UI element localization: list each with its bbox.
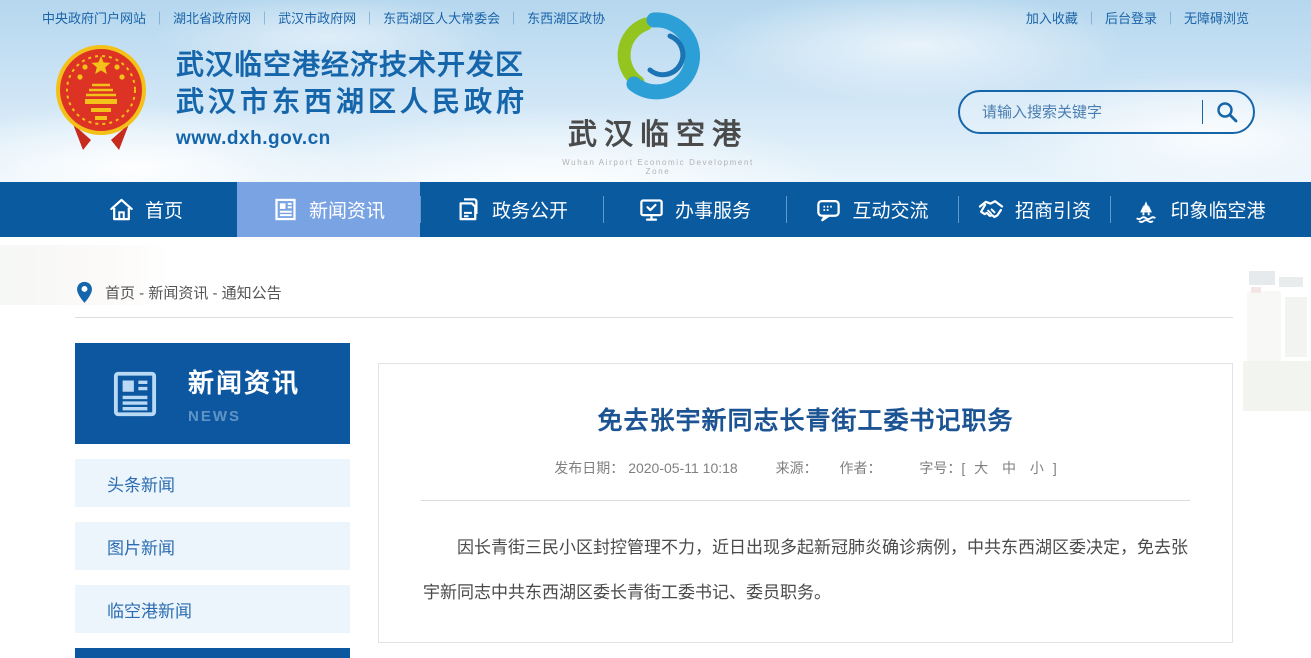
top-link-separator: ｜ bbox=[153, 11, 166, 26]
source-label: 来源： bbox=[776, 460, 818, 476]
sidebar-item-headline-news[interactable]: 头条新闻 bbox=[75, 459, 350, 507]
nav-label: 招商引资 bbox=[1015, 196, 1091, 223]
article-divider bbox=[421, 500, 1190, 501]
top-link-separator: ｜ bbox=[507, 11, 520, 26]
newspaper-icon bbox=[108, 367, 162, 421]
search-icon bbox=[1215, 100, 1239, 124]
chat-bubble-icon bbox=[815, 196, 842, 223]
gov-title-line1: 武汉临空港经济技术开发区 bbox=[176, 46, 528, 83]
top-link-renda[interactable]: 东西湖区人大常委会 bbox=[383, 11, 500, 26]
logo-title: 武汉临空港 bbox=[553, 111, 763, 153]
top-link-separator: ｜ bbox=[1164, 11, 1177, 26]
nav-label: 办事服务 bbox=[675, 196, 751, 223]
page: 中央政府门户网站｜湖北省政府网｜武汉市政府网｜东西湖区人大常委会｜东西湖区政协 … bbox=[0, 0, 1311, 658]
swirl-logo-icon bbox=[608, 8, 708, 104]
search-divider bbox=[1202, 100, 1203, 124]
sidebar-item-active-partial[interactable] bbox=[75, 648, 350, 658]
sidebar-title: 新闻资讯 bbox=[188, 363, 300, 400]
home-icon bbox=[108, 196, 135, 223]
nav-label: 政务公开 bbox=[492, 196, 568, 223]
font-size-bracket-close: ] bbox=[1053, 460, 1057, 476]
top-link-separator: ｜ bbox=[1085, 11, 1098, 26]
gov-title-line2: 武汉市东西湖区人民政府 bbox=[176, 83, 528, 120]
nav-label: 印象临空港 bbox=[1170, 196, 1265, 223]
handshake-icon bbox=[977, 196, 1005, 224]
search-button[interactable] bbox=[1213, 100, 1253, 124]
nav-divider bbox=[958, 196, 959, 223]
breadcrumb-divider bbox=[75, 317, 1233, 318]
sidebar-item-photo-news[interactable]: 图片新闻 bbox=[75, 522, 350, 570]
sidebar: 新闻资讯 NEWS 头条新闻 图片新闻 临空港新闻 bbox=[75, 343, 350, 658]
nav-divider bbox=[420, 196, 421, 223]
font-size-small-button[interactable]: 小 bbox=[1030, 460, 1044, 476]
breadcrumb[interactable]: 首页 - 新闻资讯 - 通知公告 bbox=[76, 281, 282, 304]
sidebar-item-linkonggang-news[interactable]: 临空港新闻 bbox=[75, 585, 350, 633]
nav-label: 互动交流 bbox=[852, 196, 928, 223]
top-link-admin-login[interactable]: 后台登录 bbox=[1105, 11, 1157, 26]
top-link-wuhan[interactable]: 武汉市政府网 bbox=[278, 11, 356, 26]
article-title: 免去张宇新同志长青街工委书记职务 bbox=[379, 401, 1232, 437]
top-link-accessibility[interactable]: 无障碍浏览 bbox=[1184, 11, 1249, 26]
monitor-check-icon bbox=[638, 196, 665, 223]
nav-label: 新闻资讯 bbox=[309, 196, 385, 223]
article-meta: 发布日期： 2020-05-11 10:18 来源： 作者： 字号：[ 大 中 … bbox=[379, 458, 1232, 478]
font-size-medium-button[interactable]: 中 bbox=[1002, 460, 1016, 476]
publish-date-value: 2020-05-11 10:18 bbox=[628, 460, 738, 476]
publish-date-label: 发布日期： bbox=[554, 460, 624, 476]
article-panel: 免去张宇新同志长青街工委书记职务 发布日期： 2020-05-11 10:18 … bbox=[378, 363, 1233, 643]
nav-item-investment[interactable]: 招商引资 bbox=[958, 182, 1110, 237]
logo-subtitle: Wuhan Airport Economic Development Zone bbox=[553, 158, 763, 176]
news-icon bbox=[272, 196, 299, 223]
nav-item-interaction[interactable]: 互动交流 bbox=[786, 182, 958, 237]
nav-item-impression[interactable]: 印象临空港 bbox=[1110, 182, 1288, 237]
nav-divider bbox=[1110, 196, 1111, 223]
nav-item-services[interactable]: 办事服务 bbox=[603, 182, 786, 237]
breadcrumb-text: 首页 - 新闻资讯 - 通知公告 bbox=[105, 282, 282, 303]
search-input[interactable] bbox=[980, 103, 1202, 122]
top-link-favorite[interactable]: 加入收藏 bbox=[1026, 11, 1078, 26]
sidebar-header: 新闻资讯 NEWS bbox=[75, 343, 350, 444]
cityscape-decoration bbox=[1239, 251, 1311, 461]
nav-label: 首页 bbox=[145, 196, 183, 223]
top-link-separator: ｜ bbox=[363, 11, 376, 26]
font-size-large-button[interactable]: 大 bbox=[974, 460, 988, 476]
nav-divider bbox=[603, 196, 604, 223]
nav-item-home[interactable]: 首页 bbox=[54, 182, 237, 237]
top-link-separator: ｜ bbox=[258, 11, 271, 26]
site-logo: 武汉临空港 Wuhan Airport Economic Development… bbox=[553, 8, 763, 176]
gov-site-title: 武汉临空港经济技术开发区 武汉市东西湖区人民政府 www.dxh.gov.cn bbox=[176, 46, 528, 150]
nav-item-gov-affairs[interactable]: 政务公开 bbox=[420, 182, 603, 237]
article-body: 因长青街三民小区封控管理不力，近日出现多起新冠肺炎确诊病例，中共东西湖区委决定，… bbox=[423, 525, 1188, 615]
location-pin-icon bbox=[76, 281, 93, 304]
top-links-left: 中央政府门户网站｜湖北省政府网｜武汉市政府网｜东西湖区人大常委会｜东西湖区政协 bbox=[42, 8, 605, 27]
national-emblem-icon bbox=[55, 40, 147, 158]
author-label: 作者： bbox=[839, 460, 881, 476]
nav-divider bbox=[786, 196, 787, 223]
sidebar-header-text: 新闻资讯 NEWS bbox=[188, 363, 300, 425]
document-icon bbox=[455, 196, 482, 223]
search-box bbox=[958, 90, 1255, 134]
site-header: 中央政府门户网站｜湖北省政府网｜武汉市政府网｜东西湖区人大常委会｜东西湖区政协 … bbox=[0, 0, 1311, 182]
font-size-label: 字号：[ bbox=[919, 460, 965, 476]
top-link-hubei[interactable]: 湖北省政府网 bbox=[173, 11, 251, 26]
gov-site-url: www.dxh.gov.cn bbox=[176, 128, 528, 150]
main-nav: 首页 新闻资讯 政务公开 办事 bbox=[0, 182, 1311, 237]
top-link-central-gov[interactable]: 中央政府门户网站 bbox=[42, 11, 146, 26]
top-links-right: 加入收藏 ｜ 后台登录 ｜ 无障碍浏览 bbox=[1026, 8, 1249, 27]
trees-icon bbox=[1132, 196, 1160, 224]
main-content: 首页 - 新闻资讯 - 通知公告 新闻资讯 NEWS 头条新闻 图片新闻 临空港… bbox=[0, 237, 1311, 658]
nav-item-news[interactable]: 新闻资讯 bbox=[237, 182, 420, 237]
sidebar-subtitle: NEWS bbox=[188, 408, 300, 425]
